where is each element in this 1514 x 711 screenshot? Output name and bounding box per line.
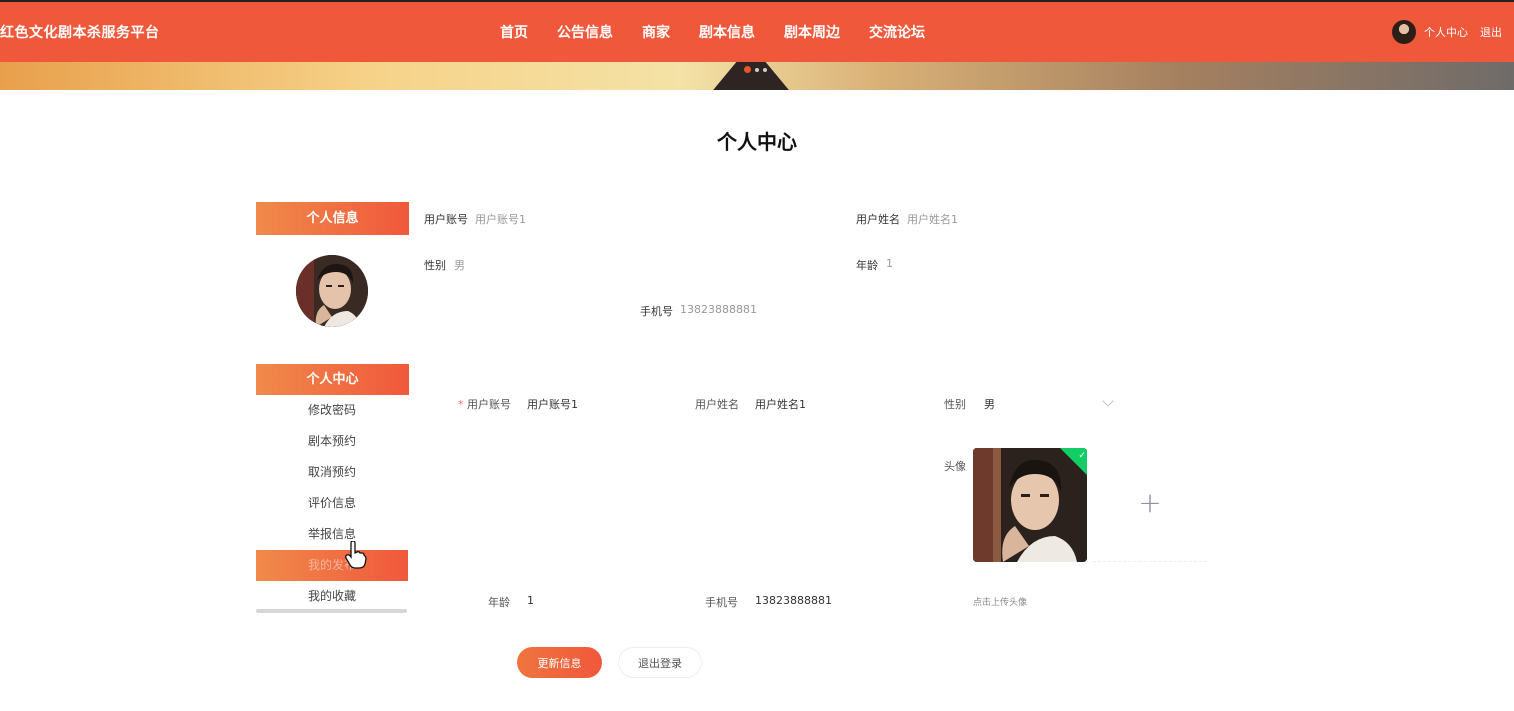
sidebar-item-cancel-booking[interactable]: 取消预约: [256, 457, 408, 488]
gender-select[interactable]: 男: [984, 396, 995, 412]
form-phone-label: 手机号: [705, 596, 738, 609]
info-account-value: 用户账号1: [475, 213, 526, 226]
site-brand[interactable]: 红色文化剧本杀服务平台: [0, 22, 160, 42]
sidebar-item-reports[interactable]: 举报信息: [256, 519, 408, 550]
nav-merchandise[interactable]: 剧本周边: [784, 22, 840, 42]
info-name-value: 用户姓名1: [907, 213, 958, 226]
form-age-label: 年龄: [488, 596, 510, 609]
nav-home[interactable]: 首页: [500, 22, 528, 42]
user-area: 个人中心 退出: [1392, 20, 1514, 44]
logout-link[interactable]: 退出: [1480, 24, 1502, 40]
form-gender-label: 性别: [944, 398, 966, 411]
info-gender-value: 男: [454, 259, 465, 272]
nav-merchants[interactable]: 商家: [642, 22, 670, 42]
user-center-link[interactable]: 个人中心: [1424, 24, 1468, 40]
profile-avatar: [296, 255, 368, 327]
sidebar-center-heading[interactable]: 个人中心: [256, 364, 409, 395]
form-account-label: * 用户账号: [458, 398, 511, 411]
nav-scripts[interactable]: 剧本信息: [699, 22, 755, 42]
user-avatar[interactable]: [1392, 20, 1416, 44]
update-info-button[interactable]: 更新信息: [517, 647, 602, 678]
info-name-label: 用户姓名: [856, 213, 900, 226]
sidebar-menu: 修改密码 剧本预约 取消预约 评价信息 举报信息 我的发布 我的收藏: [256, 395, 408, 612]
plus-icon[interactable]: +: [1093, 443, 1207, 562]
name-input[interactable]: 用户姓名1: [755, 396, 806, 412]
account-input[interactable]: 用户账号1: [527, 396, 578, 412]
sidebar-item-favorites[interactable]: 我的收藏: [256, 581, 408, 612]
upload-hint: 点击上传头像: [973, 598, 1028, 608]
form-avatar-label: 头像: [944, 460, 966, 473]
banner-carousel: [0, 62, 1514, 90]
info-account-label: 用户账号: [424, 213, 468, 226]
nav-forum[interactable]: 交流论坛: [869, 22, 925, 42]
sidebar-item-reviews[interactable]: 评价信息: [256, 488, 408, 519]
phone-input[interactable]: 13823888881: [755, 594, 832, 607]
sidebar-item-my-posts[interactable]: 我的发布: [256, 550, 408, 581]
main-nav: 首页 公告信息 商家 剧本信息 剧本周边 交流论坛: [500, 22, 954, 42]
logout-button[interactable]: 退出登录: [618, 647, 702, 678]
info-gender-label: 性别: [424, 259, 446, 272]
sidebar-item-change-password[interactable]: 修改密码: [256, 395, 408, 426]
info-phone-value: 13823888881: [680, 303, 757, 316]
carousel-dots[interactable]: [744, 66, 771, 73]
nav-announcements[interactable]: 公告信息: [557, 22, 613, 42]
sidebar-info-heading: 个人信息: [256, 202, 409, 235]
uploaded-avatar-image[interactable]: ✓: [973, 448, 1087, 562]
sidebar-item-script-booking[interactable]: 剧本预约: [256, 426, 408, 457]
check-icon: ✓: [1078, 450, 1086, 461]
top-navbar: 红色文化剧本杀服务平台 首页 公告信息 商家 剧本信息 剧本周边 交流论坛 个人…: [0, 0, 1514, 62]
page-title: 个人中心: [717, 130, 797, 154]
age-input[interactable]: 1: [527, 594, 534, 607]
info-age-value: 1: [886, 257, 893, 270]
hand-cursor-icon: [345, 540, 367, 573]
info-age-label: 年龄: [856, 259, 878, 272]
sidebar-scrollbar[interactable]: [256, 609, 407, 613]
form-name-label: 用户姓名: [695, 398, 739, 411]
info-phone-label: 手机号: [640, 305, 673, 318]
chevron-down-icon[interactable]: [1102, 395, 1114, 407]
